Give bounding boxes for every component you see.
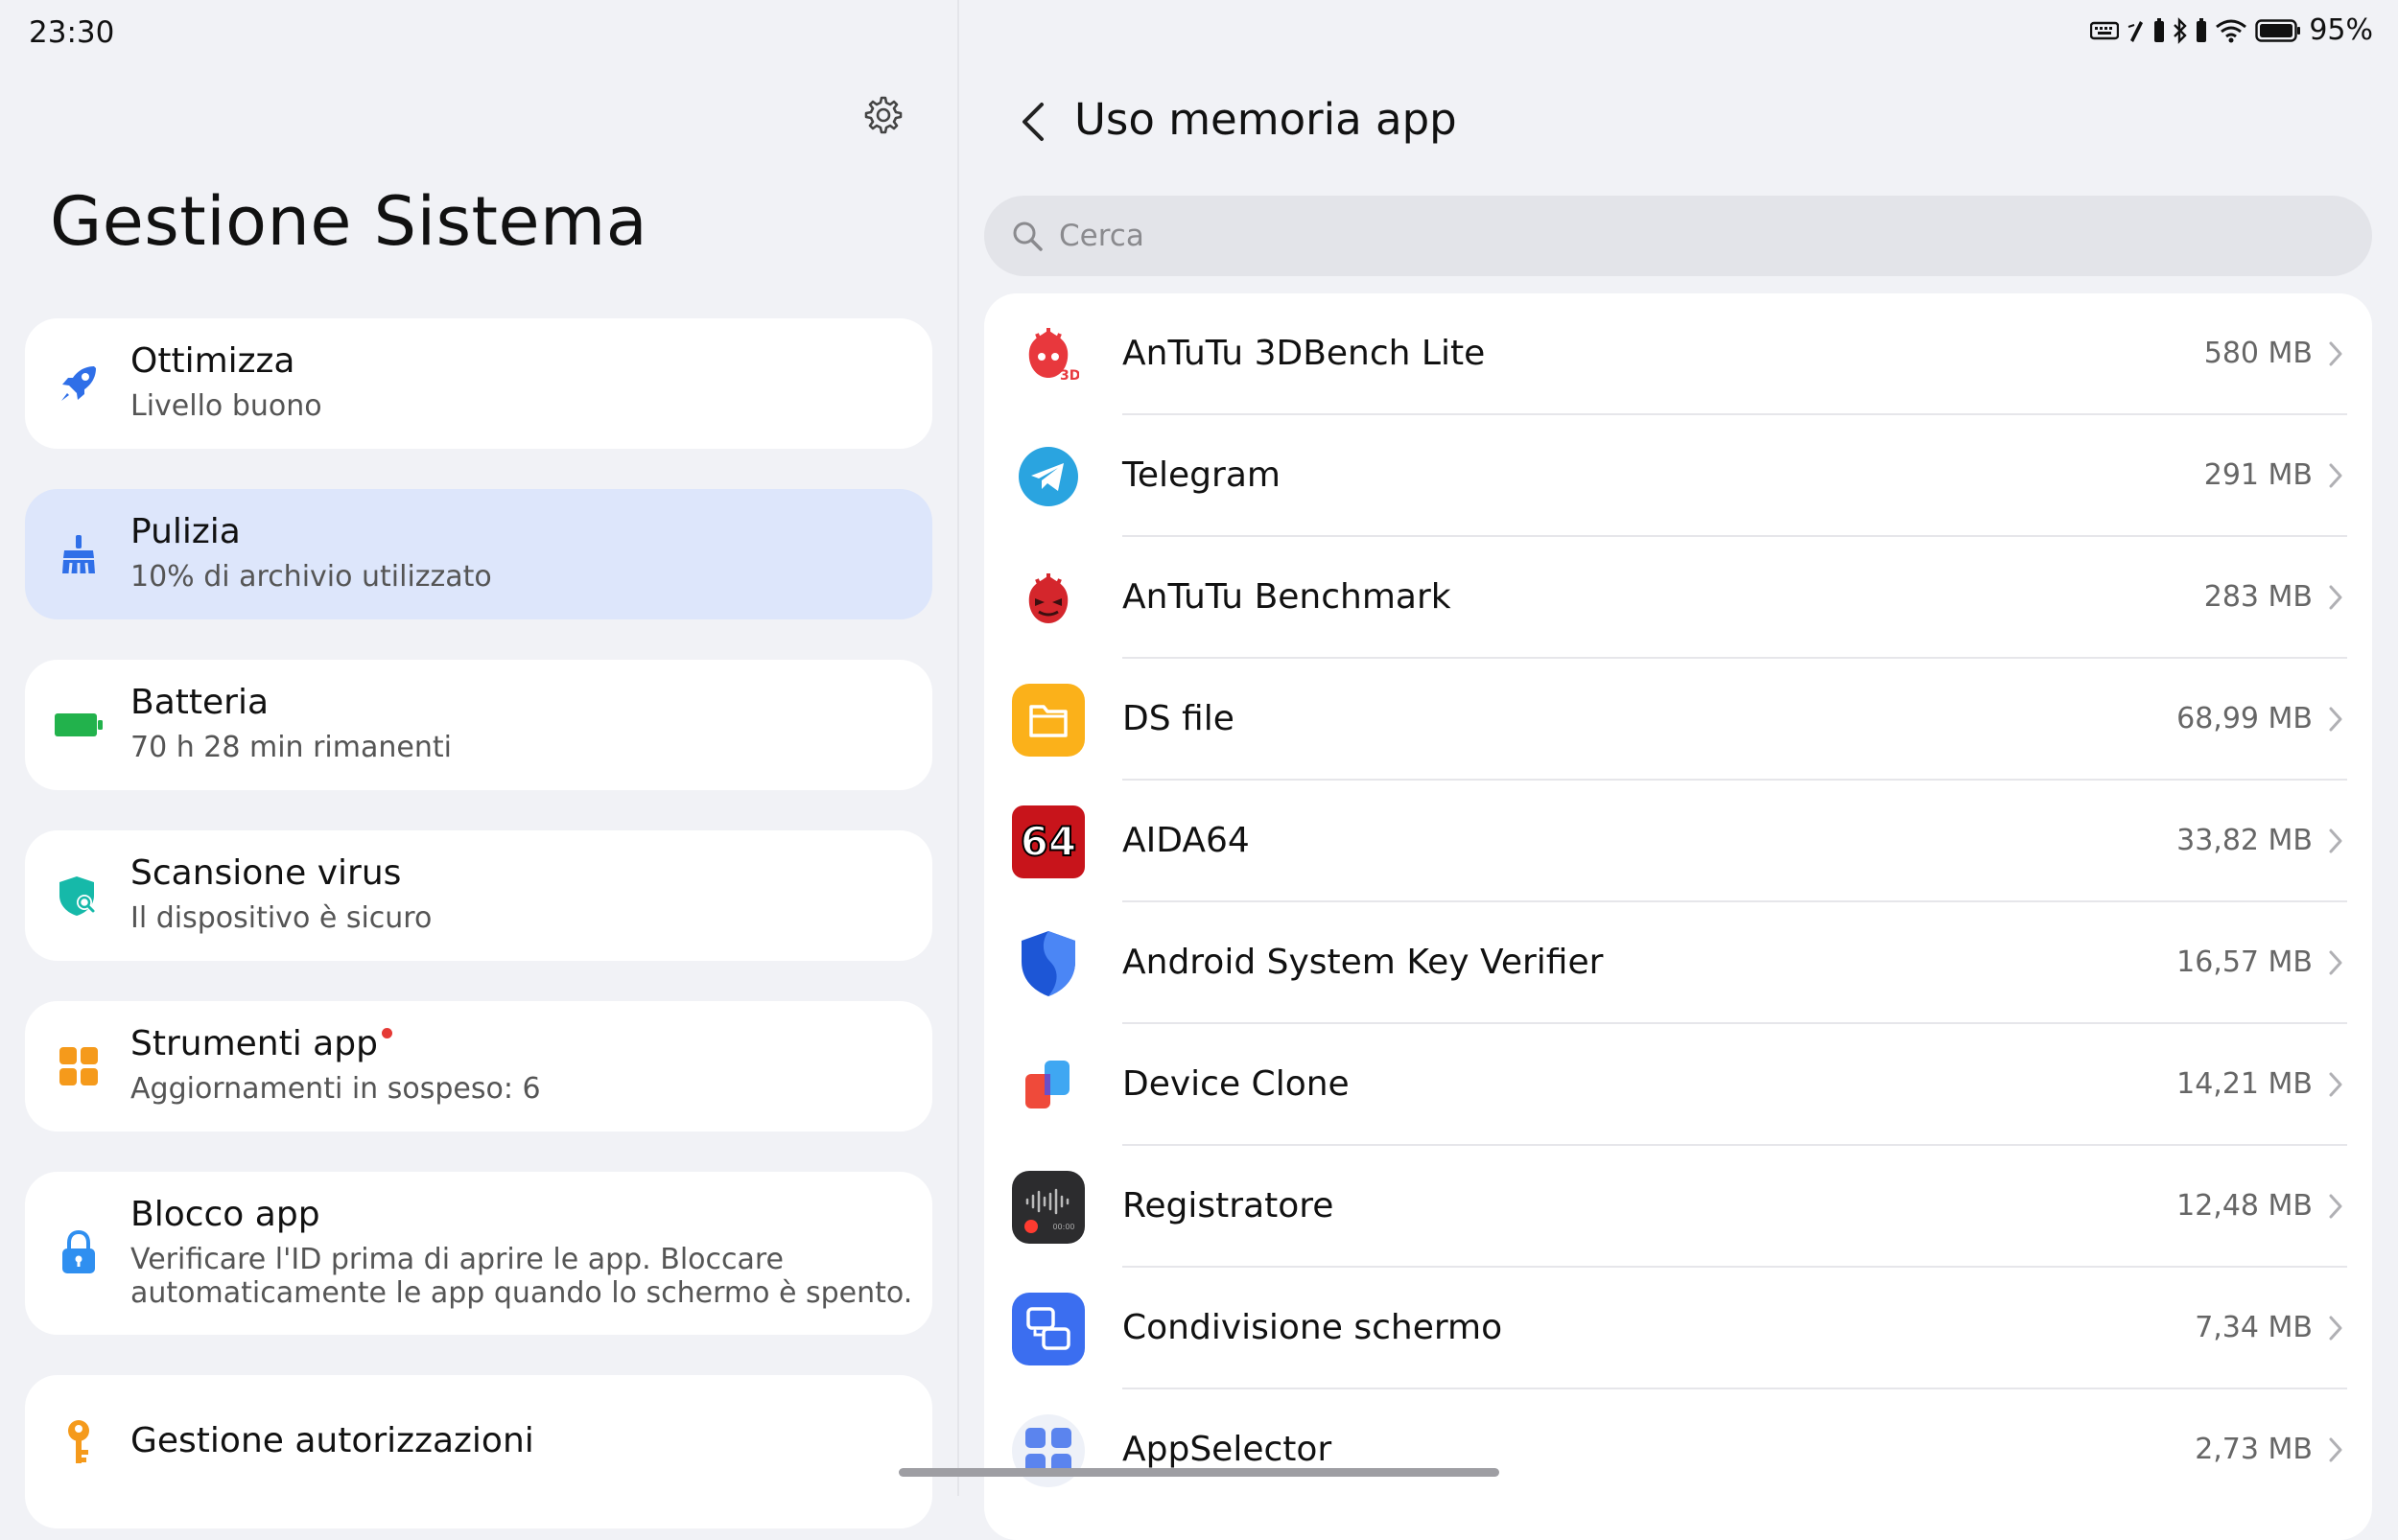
list-item[interactable]: Condivisione schermo 7,34 MB — [984, 1268, 2372, 1389]
chevron-left-icon — [1023, 103, 1044, 141]
menu-item-permissions[interactable]: Gestione autorizzazioni — [25, 1375, 932, 1528]
menu-item-subtitle: Il dispositivo è sicuro — [130, 901, 433, 935]
menu-item-subtitle: Verificare l'ID prima di aprire le app. … — [130, 1243, 913, 1310]
rocket-icon — [52, 357, 106, 410]
menu-item-battery[interactable]: Batteria 70 h 28 min rimanenti — [25, 660, 932, 790]
app-name: DS file — [1122, 699, 1234, 738]
app-list: 3D AnTuTu 3DBench Lite 580 MB Telegram 2… — [984, 293, 2372, 1540]
app-size: 12,48 MB — [2176, 1189, 2313, 1223]
search-input[interactable] — [1057, 218, 2308, 254]
app-name: Condivisione schermo — [1122, 1308, 1503, 1347]
menu-item-subtitle: Livello buono — [130, 389, 322, 423]
app-size: 7,34 MB — [2195, 1311, 2313, 1344]
chevron-right-icon — [2329, 1072, 2342, 1097]
ds-file-icon — [1011, 683, 1085, 757]
app-name: AnTuTu Benchmark — [1122, 577, 1451, 617]
menu-item-label: Batteria — [130, 683, 269, 722]
system-manager-pane: Gestione Sistema Ottimizza Livello buono… — [0, 0, 957, 1528]
recorder-icon: 00:00 — [1011, 1170, 1085, 1244]
shield-icon — [52, 869, 106, 922]
chevron-right-icon — [2329, 585, 2342, 610]
app-memory-pane: Uso memoria app 3D AnTuTu 3DBench Lite 5… — [959, 0, 2398, 1540]
search-icon — [1013, 222, 1043, 251]
list-item[interactable]: Android System Key Verifier 16,57 MB — [984, 902, 2372, 1024]
app-name: Registratore — [1122, 1186, 1334, 1225]
menu-item-label: Pulizia — [130, 512, 241, 551]
menu-item-subtitle: Aggiornamenti in sospeso: 6 — [130, 1072, 541, 1106]
menu-item-label: Scansione virus — [130, 853, 402, 893]
screen-share-icon — [1011, 1292, 1085, 1365]
search-bar[interactable] — [984, 196, 2372, 276]
menu-item-label: Blocco app — [130, 1195, 320, 1234]
update-badge-dot — [381, 1028, 392, 1038]
app-name: Device Clone — [1122, 1064, 1350, 1104]
menu-item-label: Gestione autorizzazioni — [130, 1421, 534, 1460]
key-icon — [52, 1415, 106, 1469]
key-verifier-icon — [1011, 926, 1085, 1000]
app-name: Telegram — [1122, 455, 1281, 495]
menu-item-label: Ottimizza — [130, 341, 295, 381]
antutu-icon — [1011, 561, 1085, 635]
back-button[interactable] — [1012, 98, 1054, 146]
list-item[interactable]: Telegram 291 MB — [984, 415, 2372, 537]
app-name: Android System Key Verifier — [1122, 943, 1604, 982]
list-item[interactable]: 64 AIDA64 33,82 MB — [984, 781, 2372, 902]
app-size: 2,73 MB — [2195, 1433, 2313, 1466]
settings-button[interactable] — [859, 91, 907, 139]
aida64-icon: 64 — [1011, 805, 1085, 878]
chevron-right-icon — [2329, 950, 2342, 975]
chevron-right-icon — [2329, 828, 2342, 853]
app-size: 16,57 MB — [2176, 945, 2313, 979]
chevron-right-icon — [2329, 1194, 2342, 1219]
device-clone-icon — [1011, 1048, 1085, 1122]
app-size: 33,82 MB — [2176, 824, 2313, 857]
svg-text:3D: 3D — [1060, 368, 1079, 384]
gear-icon — [864, 96, 903, 134]
telegram-icon — [1011, 439, 1085, 513]
chevron-right-icon — [2329, 1316, 2342, 1341]
menu-item-subtitle: 10% di archivio utilizzato — [130, 560, 492, 594]
chevron-right-icon — [2329, 707, 2342, 732]
list-item[interactable]: DS file 68,99 MB — [984, 659, 2372, 781]
app-name: AppSelector — [1122, 1430, 1332, 1469]
app-size: 291 MB — [2203, 458, 2313, 492]
page-title: Gestione Sistema — [50, 182, 648, 261]
menu-item-label-wrap: Strumenti app — [130, 1024, 392, 1063]
app-size: 14,21 MB — [2176, 1067, 2313, 1101]
battery-icon — [52, 698, 106, 752]
antutu-3dbench-icon: 3D — [1011, 317, 1085, 391]
menu-item-optimize[interactable]: Ottimizza Livello buono — [25, 318, 932, 449]
list-item[interactable]: Device Clone 14,21 MB — [984, 1024, 2372, 1146]
menu-item-virus-scan[interactable]: Scansione virus Il dispositivo è sicuro — [25, 830, 932, 961]
page-title: Uso memoria app — [1074, 94, 1457, 145]
menu-item-subtitle: 70 h 28 min rimanenti — [130, 731, 452, 764]
list-item[interactable]: 3D AnTuTu 3DBench Lite 580 MB — [984, 293, 2372, 415]
list-item[interactable]: 00:00 Registratore 12,48 MB — [984, 1146, 2372, 1268]
menu-item-app-tools[interactable]: Strumenti app Aggiornamenti in sospeso: … — [25, 1001, 932, 1132]
app-size: 580 MB — [2203, 337, 2313, 370]
broom-icon — [52, 527, 106, 581]
app-name: AnTuTu 3DBench Lite — [1122, 334, 1486, 373]
menu-item-label: Strumenti app — [130, 1024, 378, 1063]
chevron-right-icon — [2329, 341, 2342, 366]
list-item[interactable]: AppSelector 2,73 MB — [984, 1389, 2372, 1511]
home-indicator[interactable] — [899, 1468, 1499, 1477]
svg-text:64: 64 — [1020, 818, 1075, 865]
svg-text:00:00: 00:00 — [1052, 1223, 1074, 1231]
chevron-right-icon — [2329, 463, 2342, 488]
menu-item-cleanup[interactable]: Pulizia 10% di archivio utilizzato — [25, 489, 932, 619]
app-name: AIDA64 — [1122, 821, 1250, 860]
menu-item-app-lock[interactable]: Blocco app Verificare l'ID prima di apri… — [25, 1172, 932, 1335]
app-size: 283 MB — [2203, 580, 2313, 614]
chevron-right-icon — [2329, 1437, 2342, 1462]
list-item[interactable]: AnTuTu Benchmark 283 MB — [984, 537, 2372, 659]
app-size: 68,99 MB — [2176, 702, 2313, 735]
lock-icon — [52, 1225, 106, 1279]
grid-icon — [52, 1039, 106, 1093]
